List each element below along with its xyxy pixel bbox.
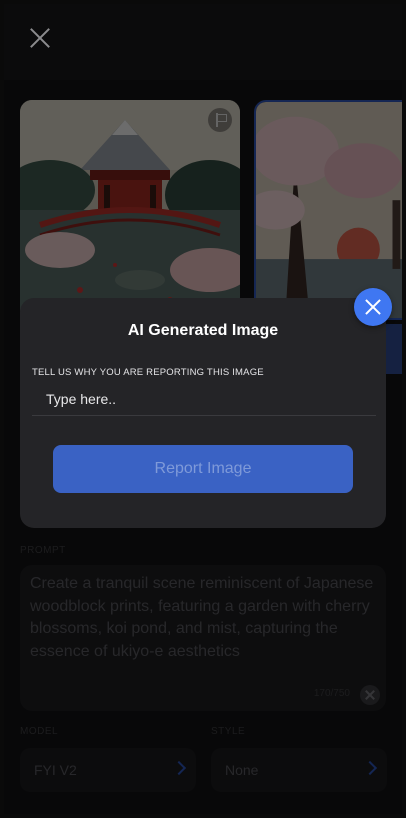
cherry-tree-illustration	[256, 102, 402, 318]
chevron-right-icon	[171, 760, 187, 776]
style-select[interactable]: None	[211, 748, 387, 792]
app-frame: re PROMPT Create a tranquil scene remini…	[4, 4, 402, 814]
modal-title: AI Generated Image	[127, 322, 279, 339]
close-icon[interactable]	[354, 288, 392, 326]
clear-icon[interactable]	[360, 685, 380, 705]
top-bar	[4, 4, 402, 80]
japanese-bridge-image[interactable]	[20, 100, 240, 320]
model-label: MODEL	[20, 726, 59, 737]
content-area: re PROMPT Create a tranquil scene remini…	[4, 80, 402, 814]
model-select[interactable]: FYI V2	[20, 748, 196, 792]
prompt-text: Create a tranquil scene reminiscent of J…	[30, 575, 374, 660]
report-image-button[interactable]: Report Image	[53, 445, 353, 493]
style-label: STYLE	[211, 726, 246, 737]
report-modal: AI Generated Image TELL US WHY YOU ARE R…	[20, 298, 386, 528]
style-value: None	[225, 762, 259, 778]
prompt-label: PROMPT	[20, 545, 66, 556]
reason-input[interactable]	[32, 382, 376, 416]
char-count: 170/750	[313, 688, 350, 699]
model-value: FYI V2	[34, 762, 77, 778]
flag-icon[interactable]	[208, 108, 232, 132]
cherry-tree-image[interactable]	[254, 100, 402, 320]
close-icon[interactable]	[28, 26, 52, 50]
chevron-right-icon	[362, 760, 378, 776]
reason-label: TELL US WHY YOU ARE REPORTING THIS IMAGE	[32, 367, 264, 378]
prompt-field[interactable]: Create a tranquil scene reminiscent of J…	[20, 565, 386, 711]
bridge-illustration	[20, 100, 240, 320]
